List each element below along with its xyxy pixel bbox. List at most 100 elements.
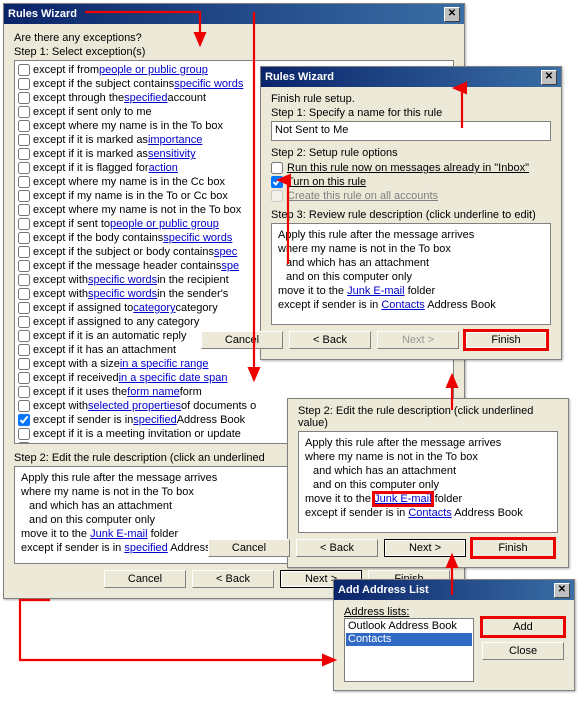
junk-email-link[interactable]: Junk E-mail: [347, 285, 404, 297]
list-item[interactable]: Contacts: [346, 633, 472, 646]
rule-name-input[interactable]: Not Sent to Me: [271, 121, 551, 141]
exception-link[interactable]: in a specific date span: [119, 371, 228, 385]
exception-checkbox[interactable]: [18, 274, 30, 286]
exception-checkbox[interactable]: [18, 64, 30, 76]
exception-link[interactable]: action: [149, 161, 178, 175]
exception-link[interactable]: spec: [214, 245, 237, 259]
exception-checkbox[interactable]: [18, 400, 30, 412]
exception-checkbox[interactable]: [18, 134, 30, 146]
desc-line: move it to the Junk E-mail folder: [305, 492, 551, 506]
finish-button[interactable]: Finish: [472, 539, 554, 557]
exception-checkbox[interactable]: [18, 372, 30, 384]
exception-checkbox[interactable]: [18, 344, 30, 356]
exception-link[interactable]: specified: [124, 91, 167, 105]
desc-line: and on this computer only: [278, 270, 544, 284]
titlebar: Rules Wizard ✕: [4, 4, 464, 24]
address-lists-label: Address lists:: [344, 606, 474, 618]
exception-checkbox[interactable]: [18, 162, 30, 174]
exception-link[interactable]: people or public group: [110, 217, 219, 231]
step3-label: Step 3: Review rule description (click u…: [271, 209, 551, 221]
step2-label: Step 2: Setup rule options: [271, 147, 551, 159]
exception-link[interactable]: people or public group: [99, 63, 208, 77]
exception-checkbox[interactable]: [18, 246, 30, 258]
cancel-button[interactable]: Cancel: [208, 539, 290, 557]
titlebar: Rules Wizard ✕: [261, 67, 561, 87]
contacts-link[interactable]: Contacts: [408, 507, 451, 519]
desc-line: Apply this rule after the message arrive…: [305, 436, 551, 450]
address-lists-listbox[interactable]: Outlook Address Book Contacts: [344, 618, 474, 682]
exception-checkbox[interactable]: [18, 204, 30, 216]
exception-checkbox[interactable]: [18, 386, 30, 398]
cancel-button[interactable]: Cancel: [104, 570, 186, 588]
exception-link[interactable]: importance: [148, 133, 202, 147]
exception-item[interactable]: except if it uses the form name form: [17, 385, 451, 399]
exception-checkbox[interactable]: [18, 232, 30, 244]
window-title: Add Address List: [338, 584, 429, 596]
exception-link[interactable]: form name: [127, 385, 180, 399]
exception-checkbox[interactable]: [18, 78, 30, 90]
finish-setup-label: Finish rule setup.: [271, 93, 551, 105]
exception-checkbox[interactable]: [18, 316, 30, 328]
exception-checkbox[interactable]: [18, 106, 30, 118]
exception-checkbox[interactable]: [18, 92, 30, 104]
exception-item[interactable]: except if received in a specific date sp…: [17, 371, 451, 385]
list-item[interactable]: Outlook Address Book: [346, 620, 472, 633]
close-button[interactable]: Close: [482, 642, 564, 660]
add-button[interactable]: Add: [482, 618, 564, 636]
contacts-link[interactable]: Contacts: [381, 299, 424, 311]
exception-checkbox[interactable]: [18, 120, 30, 132]
exception-checkbox[interactable]: [18, 428, 30, 440]
turn-on-option[interactable]: Turn on this rule: [271, 175, 551, 189]
exception-checkbox[interactable]: [18, 260, 30, 272]
close-icon[interactable]: ✕: [554, 583, 570, 598]
back-button[interactable]: < Back: [192, 570, 274, 588]
run-now-option[interactable]: Run this rule now on messages already in…: [271, 161, 551, 175]
junk-email-link[interactable]: Junk E-mail: [374, 493, 431, 505]
close-icon[interactable]: ✕: [444, 7, 460, 22]
exception-link[interactable]: specified: [133, 413, 176, 427]
back-button[interactable]: < Back: [296, 539, 378, 557]
step2-label: Step 2: Edit the rule description (click…: [298, 405, 558, 429]
exception-link[interactable]: specific words: [174, 77, 243, 91]
question-label: Are there any exceptions?: [14, 32, 454, 44]
exception-checkbox[interactable]: [18, 190, 30, 202]
all-accounts-option: Create this rule on all accounts: [271, 189, 551, 203]
desc-line: except if sender is in Contacts Address …: [278, 298, 544, 312]
exception-link[interactable]: selected properties: [88, 399, 181, 413]
junk-email-link[interactable]: Junk E-mail: [90, 528, 147, 540]
desc-line: and which has an attachment: [305, 464, 551, 478]
exception-checkbox[interactable]: [18, 148, 30, 160]
rule-description-box: Apply this rule after the message arrive…: [298, 431, 558, 533]
exception-checkbox[interactable]: [18, 176, 30, 188]
specified-link[interactable]: specified: [124, 542, 167, 554]
exception-checkbox[interactable]: [18, 302, 30, 314]
desc-line: and which has an attachment: [278, 256, 544, 270]
next-button[interactable]: Next >: [384, 539, 466, 557]
exception-link[interactable]: sensitivity: [148, 147, 196, 161]
exception-link[interactable]: specified text: [201, 441, 265, 444]
close-icon[interactable]: ✕: [541, 70, 557, 85]
exception-link[interactable]: specific words: [163, 231, 232, 245]
desc-line: where my name is not in the To box: [278, 242, 544, 256]
button-row: Cancel < Back Next > Finish: [298, 533, 558, 559]
cancel-button[interactable]: Cancel: [201, 331, 283, 349]
exception-link[interactable]: spe: [221, 259, 239, 273]
exception-link[interactable]: specific words: [88, 273, 157, 287]
exception-checkbox[interactable]: [18, 288, 30, 300]
rules-wizard-finish-window: Rules Wizard ✕ Finish rule setup. Step 1…: [260, 66, 562, 360]
exception-checkbox[interactable]: [18, 358, 30, 370]
window-title: Rules Wizard: [8, 8, 77, 20]
rules-wizard-edit-description-window: Step 2: Edit the rule description (click…: [287, 398, 569, 568]
exception-checkbox[interactable]: [18, 442, 30, 444]
desc-line: and on this computer only: [305, 478, 551, 492]
window-title: Rules Wizard: [265, 71, 334, 83]
back-button[interactable]: < Back: [289, 331, 371, 349]
exception-link[interactable]: category: [133, 301, 175, 315]
exception-checkbox[interactable]: [18, 414, 30, 426]
desc-line: move it to the Junk E-mail folder: [278, 284, 544, 298]
finish-button[interactable]: Finish: [465, 331, 547, 349]
exception-link[interactable]: specific words: [88, 287, 157, 301]
exception-checkbox[interactable]: [18, 330, 30, 342]
exception-checkbox[interactable]: [18, 218, 30, 230]
exception-link[interactable]: in a specific range: [120, 357, 209, 371]
